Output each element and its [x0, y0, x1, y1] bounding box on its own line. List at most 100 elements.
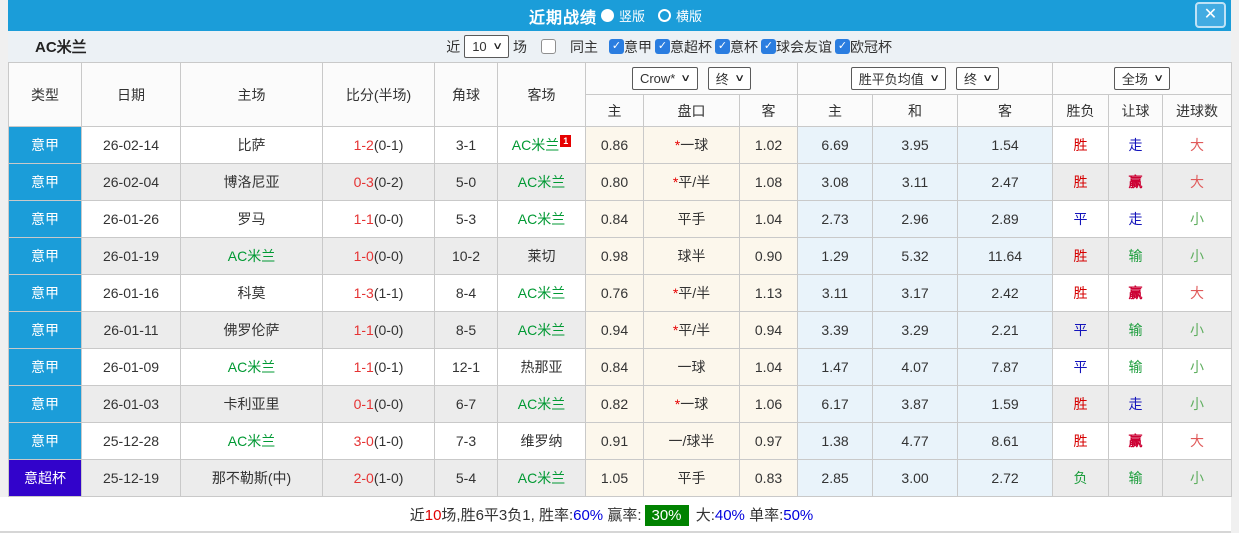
score-cell: 1-1(0-1) [322, 348, 435, 386]
summary-piece: 近 [409, 506, 425, 524]
away-team-cell: AC米兰 [497, 311, 586, 349]
fulltime-score: 1-0 [353, 248, 374, 264]
header-corner: 角球 [434, 62, 498, 127]
goals-result-cell: 小 [1162, 385, 1233, 423]
star-marker: * [674, 396, 681, 412]
corner-cell: 5-3 [434, 200, 498, 238]
competition-label[interactable]: 球会友谊 [776, 37, 832, 57]
close-button[interactable]: ✕ [1195, 2, 1226, 28]
league-badge: 意甲 [8, 237, 82, 275]
odds-away-cell: 1.04 [738, 200, 799, 238]
halftime-score: (0-1) [373, 359, 404, 375]
odds-home-cell: 0.98 [585, 237, 644, 275]
radio-horizontal-label[interactable]: 横版 [676, 6, 702, 25]
league-badge: 意甲 [8, 274, 82, 312]
wdl-result-cell: 胜 [1052, 422, 1110, 460]
away-team-cell: AC米兰 [497, 163, 586, 201]
same-home-label[interactable]: 同主 [570, 37, 598, 57]
avg-away-cell: 11.64 [957, 237, 1054, 275]
handicap-cell: 平手 [643, 200, 740, 238]
avg-draw-cell: 5.32 [872, 237, 959, 275]
title-bar: 近期战绩 竖版 横版 ✕ [8, 0, 1231, 31]
halftime-score: (0-1) [373, 137, 404, 153]
score-cell: 0-3(0-2) [322, 163, 435, 201]
scope-select[interactable]: 全场 ∨ [1113, 67, 1171, 90]
same-home-checkbox[interactable] [541, 39, 556, 54]
fulltime-score: 0-3 [353, 174, 374, 190]
page-title: 近期战绩 [528, 9, 597, 27]
home-team-name: 卡利亚里 [223, 396, 280, 412]
away-team-cell: 热那亚 [497, 348, 586, 386]
odds-away-cell: 1.04 [738, 348, 799, 386]
competition-label[interactable]: 意超杯 [670, 37, 712, 57]
date-cell: 26-01-19 [81, 237, 181, 275]
radio-vertical-selected[interactable] [600, 9, 614, 22]
wdl-result-cell: 胜 [1052, 237, 1110, 275]
avg-time-select[interactable]: 终 ∨ [956, 67, 1000, 90]
competition-checkbox[interactable]: ✓ [609, 39, 624, 54]
radio-vertical-label[interactable]: 竖版 [619, 6, 645, 25]
competition-checkbox[interactable]: ✓ [761, 39, 776, 54]
table-row: 意甲 26-02-04 博洛尼亚 0-3(0-2) 5-0 AC米兰 0.80 *平/半 1.0… [8, 163, 1233, 201]
results-table: 类型 日期 主场 比分(半场) 角球 客场 Crow* ∨ 终 ∨ 胜平负均值 … [8, 62, 1233, 497]
competition-checkbox[interactable]: ✓ [715, 39, 730, 54]
league-badge: 意甲 [8, 422, 82, 460]
avg-draw-cell: 3.00 [872, 459, 959, 497]
handicap-result-cell: 走 [1108, 200, 1164, 238]
home-team-name: AC米兰 [227, 433, 276, 449]
avg-home-cell: 1.38 [797, 422, 874, 460]
odds-home-cell: 0.84 [585, 348, 644, 386]
summary-piece: 赢率: [603, 506, 642, 524]
summary-piece: 场,胜6平3负1, 胜率: [441, 506, 574, 524]
scope-header: 全场 ∨ [1052, 62, 1233, 95]
competition-label[interactable]: 欧冠杯 [850, 37, 892, 57]
score-cell: 1-2(0-1) [322, 126, 435, 164]
away-team-cell: AC米兰 [497, 459, 586, 497]
corner-cell: 12-1 [434, 348, 498, 386]
fulltime-score: 0-1 [353, 396, 374, 412]
odds-away-cell: 1.02 [738, 126, 799, 164]
competition-label[interactable]: 意杯 [730, 37, 758, 57]
away-team-name: AC米兰 [517, 285, 566, 301]
summary-piece: 60% [573, 506, 604, 524]
handicap-result-cell: 走 [1108, 126, 1164, 164]
competition-checkbox[interactable]: ✓ [835, 39, 850, 54]
halftime-score: (0-0) [373, 322, 404, 338]
odds-away-cell: 0.97 [738, 422, 799, 460]
league-badge: 意甲 [8, 163, 82, 201]
goals-result-cell: 大 [1162, 126, 1233, 164]
odds-time-select[interactable]: 终 ∨ [707, 67, 752, 90]
avg-away-cell: 7.87 [957, 348, 1054, 386]
competition-checkbox-list: ✓ 意甲 ✓ 意超杯 ✓ 意杯 ✓ 球会友谊 ✓ 欧冠杯 [603, 37, 893, 57]
home-team-name: AC米兰 [227, 359, 276, 375]
summary-piece: 10 [424, 506, 442, 524]
avg-odds-header: 胜平负均值 ∨ 终 ∨ [797, 62, 1054, 95]
subheader-avg-home: 主 [797, 94, 874, 127]
summary-piece: 40% [714, 506, 745, 524]
radio-horizontal[interactable] [658, 9, 671, 22]
odds-source-select[interactable]: Crow* ∨ [631, 67, 698, 90]
summary-piece: 50% [783, 506, 814, 524]
avg-odds-value: 胜平负均值 [858, 72, 924, 87]
table-row: 意甲 26-01-11 佛罗伦萨 1-1(0-0) 8-5 AC米兰 0.94 *平/半 0.9… [8, 311, 1233, 349]
recent-count-select[interactable]: 10 ∨ [464, 35, 509, 58]
avg-odds-select[interactable]: 胜平负均值 ∨ [850, 67, 947, 90]
avg-home-cell: 6.17 [797, 385, 874, 423]
odds-home-cell: 0.80 [585, 163, 644, 201]
avg-draw-cell: 2.96 [872, 200, 959, 238]
subheader-odds-home: 主 [585, 94, 644, 127]
scope-value: 全场 [1121, 72, 1148, 87]
away-team-name: AC米兰 [517, 396, 566, 412]
score-cell: 1-0(0-0) [322, 237, 435, 275]
competition-checkbox[interactable]: ✓ [655, 39, 670, 54]
subheader-wdl: 胜负 [1052, 94, 1110, 127]
competition-label[interactable]: 意甲 [624, 37, 652, 57]
odds-away-cell: 0.90 [738, 237, 799, 275]
star-marker: * [674, 137, 681, 153]
avg-draw-cell: 4.77 [872, 422, 959, 460]
home-team-cell: 科莫 [180, 274, 323, 312]
rank-badge: 1 [560, 135, 572, 148]
handicap-cell: 一球 [643, 348, 740, 386]
halftime-score: (0-0) [373, 211, 404, 227]
home-team-cell: 罗马 [180, 200, 323, 238]
